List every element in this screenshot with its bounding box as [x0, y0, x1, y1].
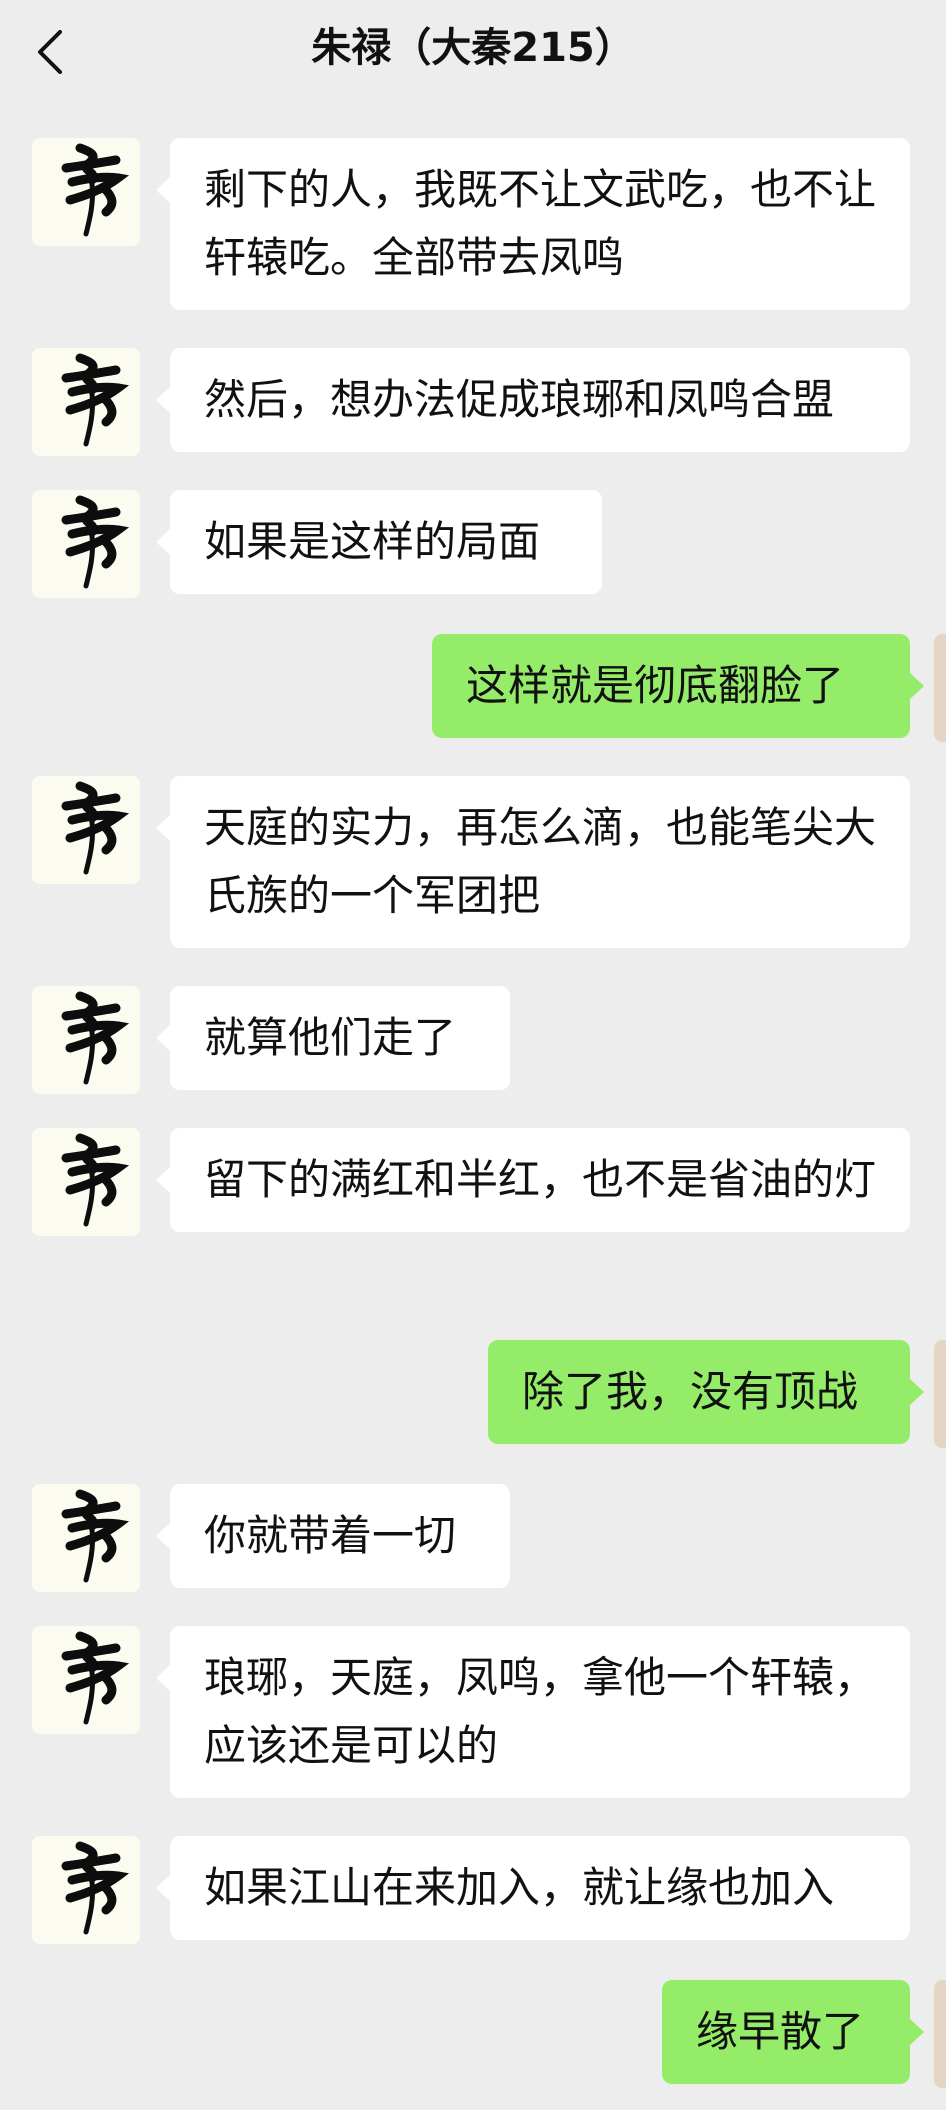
calligraphy-avatar-icon: [61, 1631, 130, 1725]
self-avatar[interactable]: [934, 1340, 946, 1448]
message-text: 除了我，没有顶战: [522, 1367, 859, 1416]
contact-avatar[interactable]: [32, 138, 140, 246]
contact-avatar[interactable]: [32, 490, 140, 598]
self-avatar[interactable]: [934, 634, 946, 742]
message-text: 剩下的人，我既不让文武吃，也不让轩辕吃。全部带去凤鸣: [204, 165, 877, 282]
message-bubble-incoming[interactable]: 剩下的人，我既不让文武吃，也不让轩辕吃。全部带去凤鸣: [156, 138, 910, 310]
message-text: 天庭的实力，再怎么滴，也能笔尖大氏族的一个军团把: [204, 803, 877, 920]
message-bubble-outgoing[interactable]: 缘早散了: [662, 1980, 924, 2084]
calligraphy-avatar-icon: [61, 1133, 130, 1227]
chat-header: 朱禄（大秦215）: [0, 0, 946, 104]
message-bubble-incoming[interactable]: 如果江山在来加入，就让缘也加入: [156, 1836, 910, 1940]
chat-title: 朱禄（大秦215）: [311, 25, 635, 71]
calligraphy-avatar-icon: [61, 495, 130, 589]
contact-avatar[interactable]: [32, 1836, 140, 1944]
calligraphy-avatar-icon: [61, 1841, 130, 1935]
message-text: 如果江山在来加入，就让缘也加入: [204, 1863, 835, 1912]
contact-avatar[interactable]: [32, 348, 140, 456]
message-text: 这样就是彻底翻脸了: [466, 661, 845, 710]
message-bubble-incoming[interactable]: 如果是这样的局面: [156, 490, 602, 594]
message-bubble-outgoing[interactable]: 除了我，没有顶战: [488, 1340, 924, 1444]
message-bubble-incoming[interactable]: 你就带着一切: [156, 1484, 510, 1588]
calligraphy-avatar-icon: [61, 991, 130, 1085]
calligraphy-avatar-icon: [61, 781, 130, 875]
contact-avatar[interactable]: [32, 986, 140, 1094]
message-text: 留下的满红和半红，也不是省油的灯: [204, 1155, 877, 1204]
message-text: 就算他们走了: [204, 1013, 457, 1062]
message-text: 如果是这样的局面: [204, 517, 541, 566]
message-bubble-incoming[interactable]: 留下的满红和半红，也不是省油的灯: [156, 1128, 910, 1232]
self-avatar[interactable]: [934, 1980, 946, 2088]
message-bubble-incoming[interactable]: 就算他们走了: [156, 986, 510, 1090]
message-text: 琅琊，天庭，凤鸣，拿他一个轩辕，应该还是可以的: [204, 1653, 877, 1770]
calligraphy-avatar-icon: [61, 143, 130, 237]
contact-avatar[interactable]: [32, 1626, 140, 1734]
message-bubble-incoming[interactable]: 琅琊，天庭，凤鸣，拿他一个轩辕，应该还是可以的: [156, 1626, 910, 1798]
contact-avatar[interactable]: [32, 1484, 140, 1592]
message-bubble-outgoing[interactable]: 这样就是彻底翻脸了: [432, 634, 924, 738]
message-bubble-incoming[interactable]: 天庭的实力，再怎么滴，也能笔尖大氏族的一个军团把: [156, 776, 910, 948]
message-text: 然后，想办法促成琅琊和凤鸣合盟: [204, 375, 835, 424]
contact-avatar[interactable]: [32, 776, 140, 884]
message-bubble-incoming[interactable]: 然后，想办法促成琅琊和凤鸣合盟: [156, 348, 910, 452]
message-text: 你就带着一切: [204, 1511, 457, 1560]
message-text: 缘早散了: [696, 2007, 865, 2056]
contact-avatar[interactable]: [32, 1128, 140, 1236]
calligraphy-avatar-icon: [61, 353, 130, 447]
calligraphy-avatar-icon: [61, 1489, 130, 1583]
